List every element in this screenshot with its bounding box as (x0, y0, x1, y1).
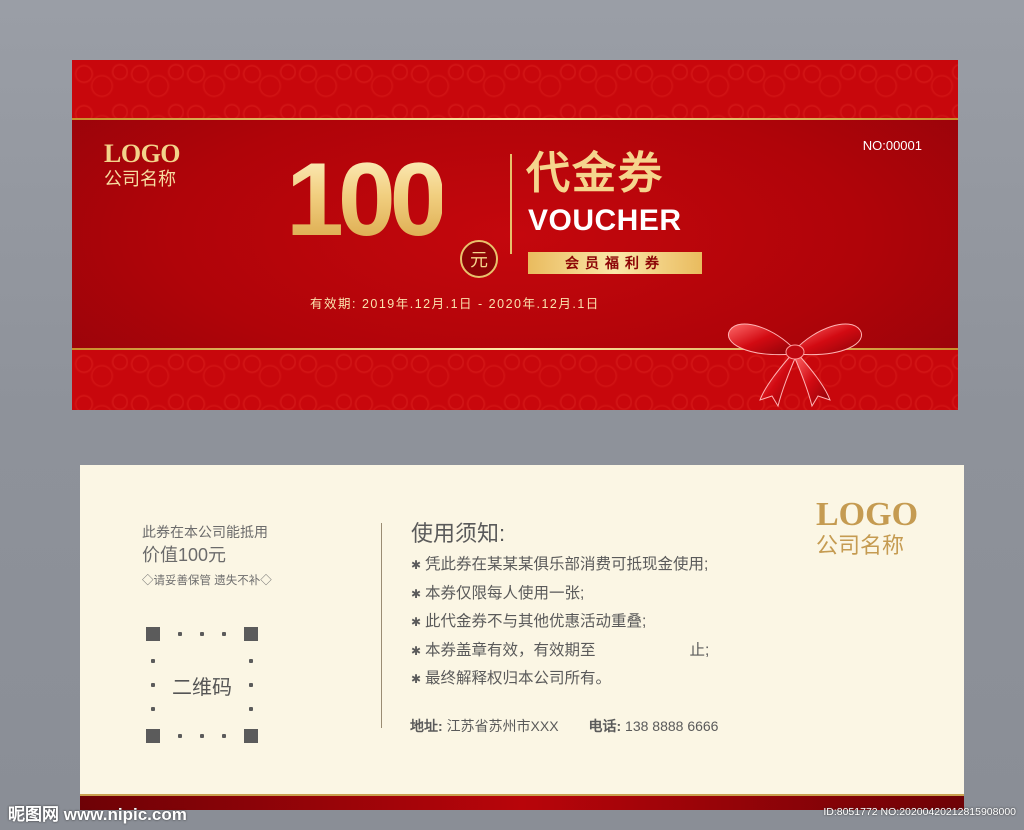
watermark-right: ID:8051772 NO:20200420212815908000 (823, 806, 1016, 818)
voucher-amount: 100 (286, 142, 448, 258)
qr-corner-icon (146, 627, 160, 641)
list-item: ✱ 凭此券在某某某俱乐部消费可抵现金使用; (411, 551, 709, 580)
bullet-icon: ✱ (411, 615, 422, 629)
serial-number: NO:00001 (862, 138, 922, 153)
qr-dot (200, 632, 204, 636)
list-item: ✱ 本券盖章有效，有效期至 止; (411, 637, 709, 666)
qr-code-placeholder: 二维码 (146, 627, 258, 743)
title-english: VOUCHER (528, 204, 682, 237)
qr-corner-icon (244, 627, 258, 641)
value-text: 价值100元 (142, 545, 227, 565)
qr-dot (200, 734, 204, 738)
gold-divider-top (72, 118, 958, 120)
title-chinese: 代金券 (526, 149, 664, 198)
front-logo: LOGO 公司名称 (104, 139, 181, 190)
title-divider (510, 154, 512, 254)
currency-badge: 元 (460, 240, 498, 278)
company-name: 公司名称 (816, 533, 905, 558)
voucher-front: LOGO 公司名称 NO:00001 100 元 代金券 VOUCHER 会员福… (72, 60, 958, 410)
qr-dot (222, 632, 226, 636)
rules-title: 使用须知: (411, 521, 506, 546)
list-item: ✱ 本券仅限每人使用一张; (411, 580, 709, 609)
qr-dot (178, 734, 182, 738)
keep-safe-note: ◇请妥善保管 遗失不补◇ (142, 575, 272, 587)
logo-text: LOGO (104, 139, 181, 168)
qr-dot (222, 734, 226, 738)
bullet-icon: ✱ (411, 586, 422, 601)
rule-suffix: 止; (689, 641, 710, 659)
list-item: ✱ 最终解释权归本公司所有。 (411, 665, 709, 694)
bullet-icon: ✱ (411, 643, 422, 658)
rules-list: ✱ 凭此券在某某某俱乐部消费可抵现金使用; ✱ 本券仅限每人使用一张; ✱ 此代金券不… (411, 551, 709, 694)
qr-corner-icon (244, 729, 258, 743)
list-item: ✱ 此代金券不与其他优惠活动重叠; (411, 608, 709, 637)
address-value: 江苏省苏州市XXX (446, 718, 559, 734)
validity-period: 有效期: 2019年.12月.1日 - 2020年.12月.1日 (310, 297, 600, 311)
back-logo: LOGO 公司名称 (816, 497, 918, 559)
qr-dot (249, 659, 253, 663)
ribbon-bow-icon (728, 323, 862, 408)
member-tag: 会员福利券 (528, 252, 702, 274)
qr-label: 二维码 (172, 677, 232, 699)
qr-corner-icon (146, 729, 160, 743)
phone-value: 138 8888 6666 (625, 718, 719, 734)
address-label: 地址: (410, 718, 443, 734)
vertical-divider (381, 523, 382, 728)
qr-dot (151, 659, 155, 663)
logo-text: LOGO (816, 496, 919, 533)
usable-text: 此券在本公司能抵用 (142, 524, 268, 540)
phone-label: 电话: (588, 718, 622, 734)
contact-info: 地址: 江苏省苏州市XXX 电话: 138 8888 6666 (410, 716, 718, 736)
qr-dot (151, 707, 155, 711)
bullet-icon: ✱ (411, 672, 422, 686)
watermark-left: 昵图网 www.nipic.com (8, 805, 187, 824)
qr-dot (178, 632, 182, 636)
company-name: 公司名称 (104, 169, 176, 189)
cloud-pattern-band-top (72, 60, 958, 118)
qr-dot (249, 707, 253, 711)
bullet-icon: ✱ (411, 558, 422, 572)
voucher-back: 此券在本公司能抵用 价值100元 ◇请妥善保管 遗失不补◇ 二维码 使用须知: … (80, 465, 964, 810)
